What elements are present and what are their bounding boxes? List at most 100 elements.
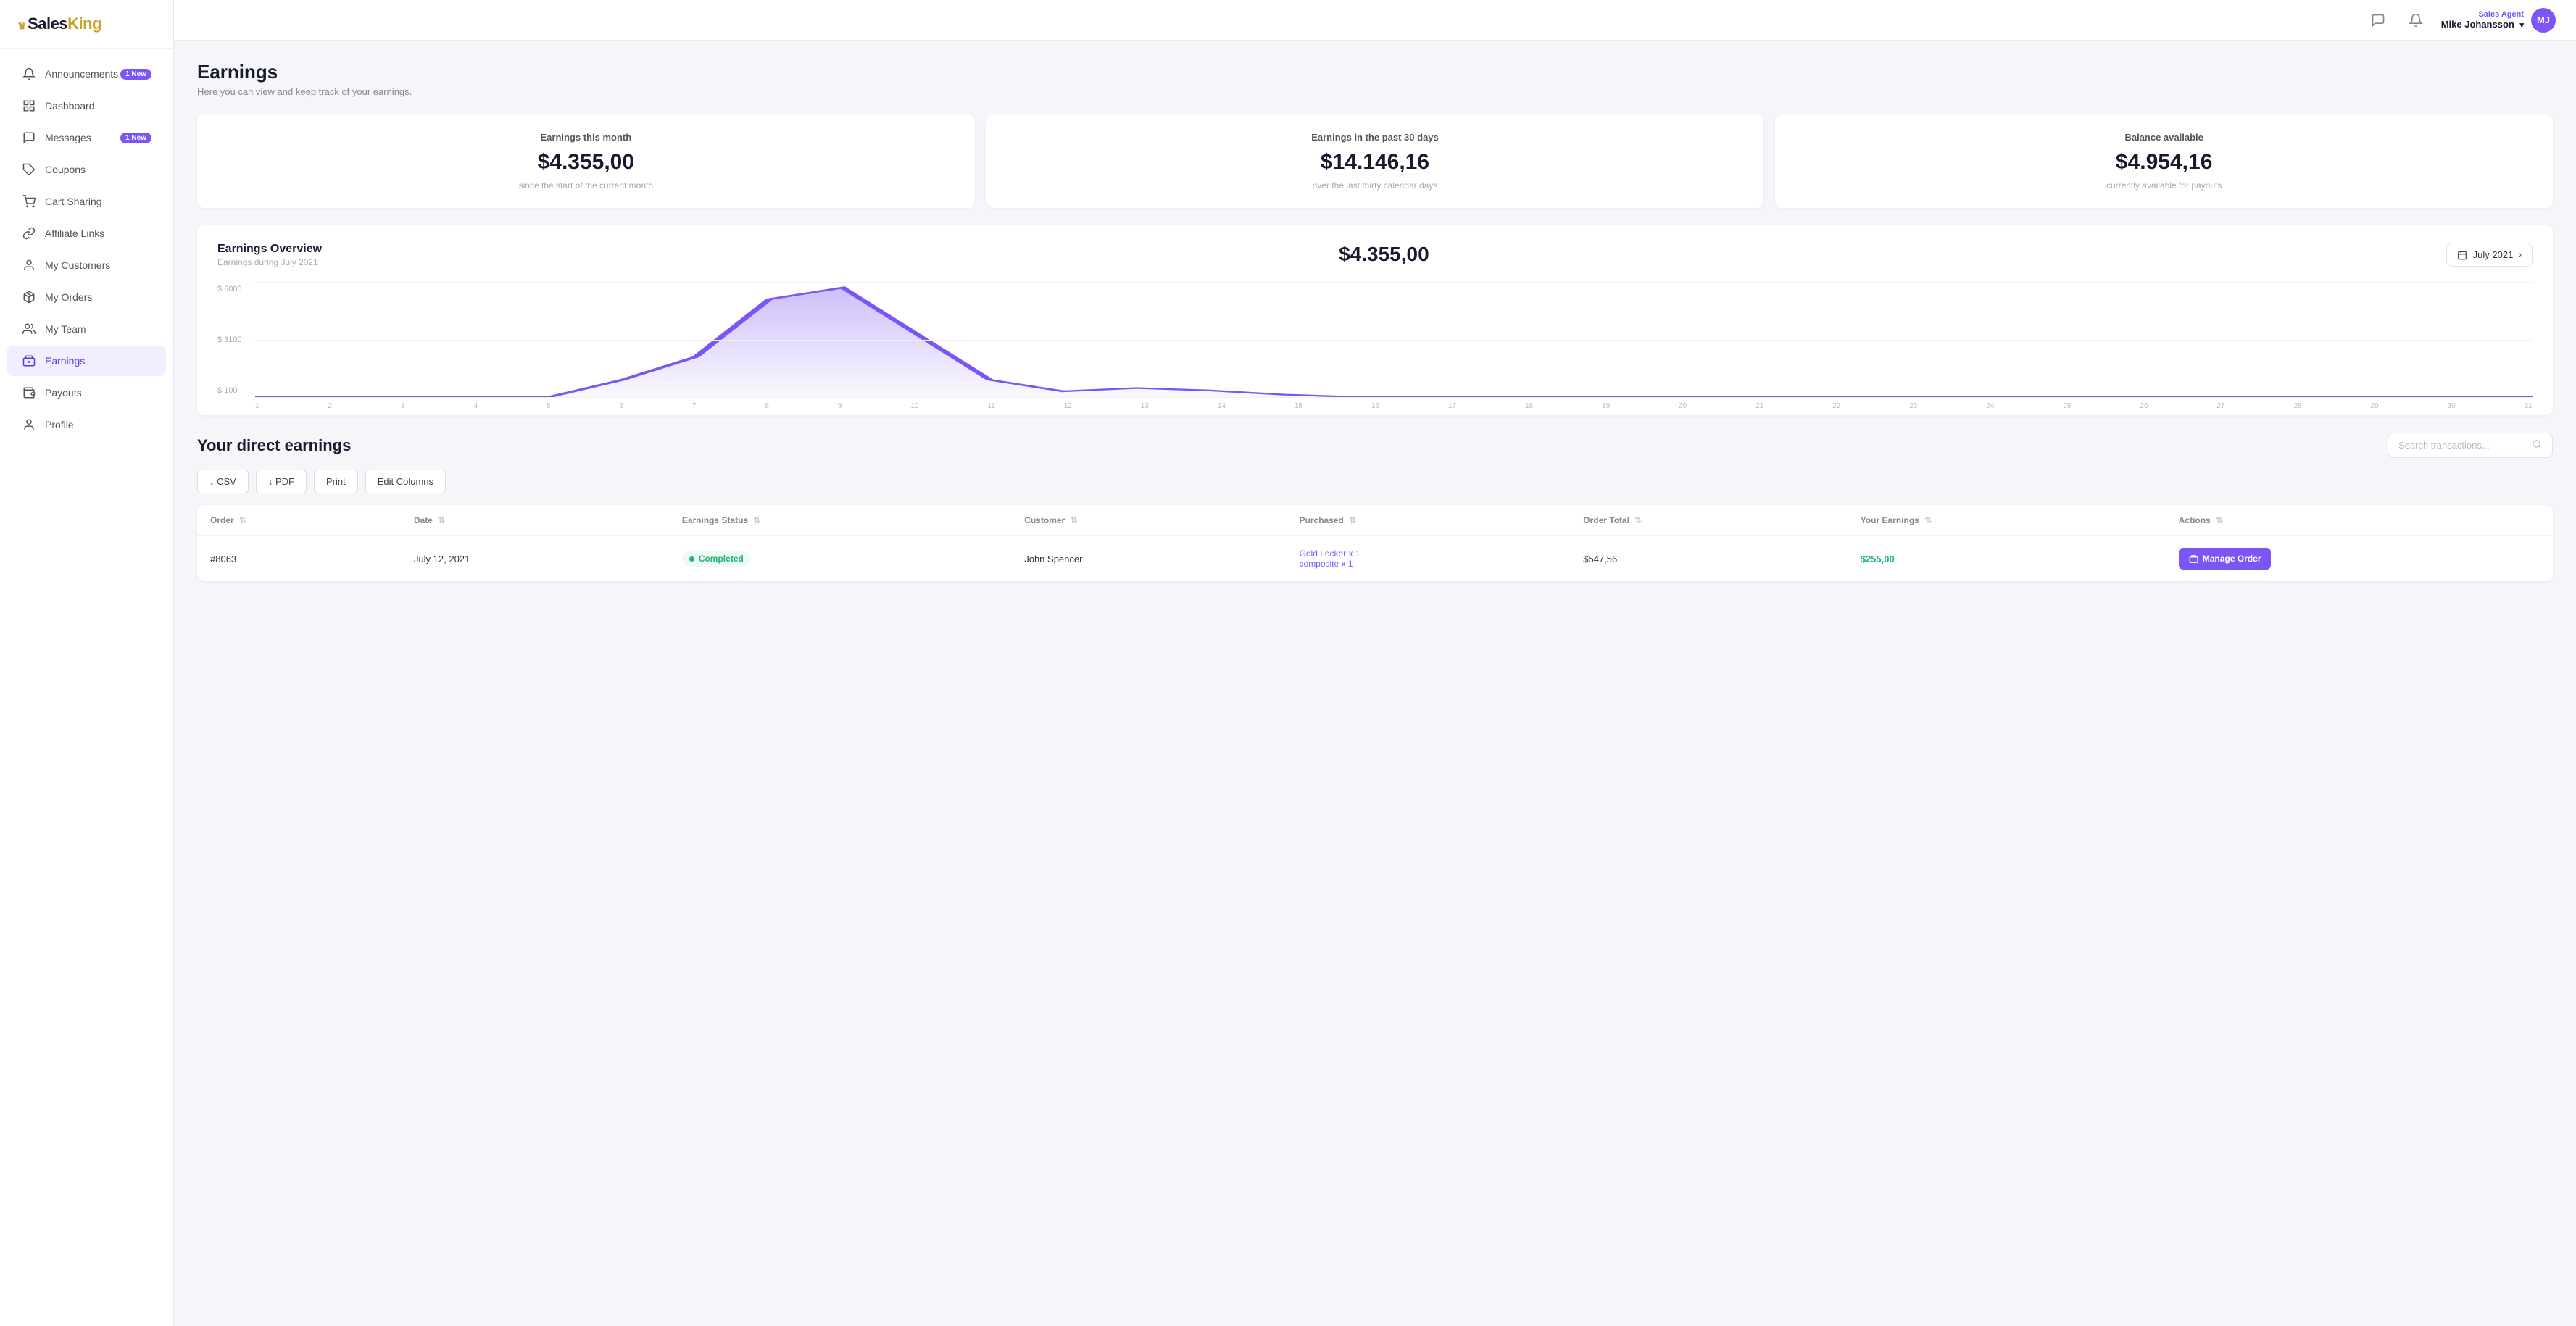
- col-order-total: Order Total ⇅: [1570, 505, 1847, 536]
- section-title: Your direct earnings: [197, 436, 351, 455]
- table-header: Order ⇅ Date ⇅ Earnings Status ⇅ Custo: [197, 505, 2553, 536]
- sidebar-item-my-orders[interactable]: My Orders: [7, 282, 166, 312]
- col-your-earnings: Your Earnings ⇅: [1848, 505, 2166, 536]
- cell-order-total: $547,56: [1570, 536, 1847, 582]
- sidebar-item-affiliate-links[interactable]: Affiliate Links: [7, 218, 166, 249]
- sidebar-item-my-customers[interactable]: My Customers: [7, 250, 166, 280]
- notification-button[interactable]: [2403, 8, 2428, 33]
- sidebar-item-label: Announcements: [45, 68, 118, 80]
- sidebar-item-label: My Team: [45, 323, 86, 335]
- sort-icon[interactable]: ⇅: [2216, 515, 2223, 525]
- sidebar-item-announcements[interactable]: Announcements 1 New: [7, 59, 166, 89]
- y-label-mid: $ 3100: [217, 335, 242, 344]
- search-icon: [2532, 439, 2542, 451]
- sidebar-item-label: Cart Sharing: [45, 196, 102, 207]
- sidebar-item-profile[interactable]: Profile: [7, 409, 166, 440]
- stat-desc: since the start of the current month: [217, 180, 955, 191]
- page-subtitle: Here you can view and keep track of your…: [197, 86, 2553, 97]
- tag-icon: [22, 162, 36, 177]
- product-link-2[interactable]: composite x 1: [1300, 559, 1558, 569]
- cart-icon: [22, 194, 36, 209]
- bell-icon: [22, 67, 36, 81]
- overview-period: Earnings during July 2021: [217, 257, 322, 267]
- direct-earnings-header: Your direct earnings: [197, 433, 2553, 458]
- earnings-chart: $ 6000 $ 3100 $ 100: [217, 282, 2533, 398]
- user-name: Mike Johansson ▾: [2441, 19, 2524, 30]
- cell-order: #8063: [197, 536, 401, 582]
- transactions-table: Order ⇅ Date ⇅ Earnings Status ⇅ Custo: [197, 505, 2553, 581]
- cell-purchased: Gold Locker x 1 composite x 1: [1287, 536, 1571, 582]
- date-picker-button[interactable]: July 2021 ›: [2446, 243, 2533, 267]
- sidebar-item-label: My Orders: [45, 291, 92, 303]
- chat-icon: [22, 130, 36, 145]
- pdf-button[interactable]: ↓ PDF: [256, 470, 307, 493]
- product-link[interactable]: Gold Locker x 1: [1300, 549, 1558, 559]
- search-box[interactable]: [2388, 433, 2553, 458]
- stat-label: Earnings this month: [217, 132, 955, 143]
- sort-icon[interactable]: ⇅: [1634, 515, 1642, 525]
- sidebar-item-coupons[interactable]: Coupons: [7, 154, 166, 185]
- sidebar-item-label: Profile: [45, 419, 74, 430]
- stat-card-30days: Earnings in the past 30 days $14.146,16 …: [986, 114, 1764, 208]
- cell-status: Completed: [669, 536, 1011, 582]
- edit-columns-button[interactable]: Edit Columns: [365, 470, 446, 493]
- status-badge: Completed: [682, 551, 751, 567]
- col-status: Earnings Status ⇅: [669, 505, 1011, 536]
- chat-button[interactable]: [2366, 8, 2390, 33]
- stat-card-monthly: Earnings this month $4.355,00 since the …: [197, 114, 975, 208]
- sidebar-item-label: My Customers: [45, 259, 110, 271]
- messages-badge: 1 New: [120, 133, 151, 143]
- sort-icon[interactable]: ⇅: [754, 515, 761, 525]
- table-actions-row: ↓ CSV ↓ PDF Print Edit Columns: [197, 470, 2553, 493]
- table-row: #8063 July 12, 2021 Completed John Spenc…: [197, 536, 2553, 582]
- chevron-right-icon: ›: [2519, 251, 2522, 259]
- user-role: Sales Agent: [2441, 10, 2524, 19]
- col-customer: Customer ⇅: [1011, 505, 1286, 536]
- manage-order-button[interactable]: Manage Order: [2179, 548, 2272, 570]
- link-icon: [22, 226, 36, 241]
- sort-icon[interactable]: ⇅: [438, 515, 445, 525]
- sort-icon[interactable]: ⇅: [1924, 515, 1932, 525]
- logo-king: King: [67, 14, 101, 33]
- earnings-overview-card: Earnings Overview Earnings during July 2…: [197, 225, 2553, 415]
- stat-value: $4.954,16: [1795, 150, 2533, 175]
- cell-customer: John Spencer: [1011, 536, 1286, 582]
- stats-grid: Earnings this month $4.355,00 since the …: [197, 114, 2553, 208]
- col-date: Date ⇅: [401, 505, 669, 536]
- overview-header: Earnings Overview Earnings during July 2…: [217, 243, 2533, 267]
- print-button[interactable]: Print: [314, 470, 358, 493]
- announcements-badge: 1 New: [120, 69, 151, 80]
- sidebar-item-messages[interactable]: Messages 1 New: [7, 122, 166, 153]
- sidebar-item-cart-sharing[interactable]: Cart Sharing: [7, 186, 166, 217]
- main-area: Sales Agent Mike Johansson ▾ MJ Earnings…: [174, 0, 2576, 1326]
- cell-date: July 12, 2021: [401, 536, 669, 582]
- stat-label: Earnings in the past 30 days: [1007, 132, 1744, 143]
- sort-icon[interactable]: ⇅: [1349, 515, 1356, 525]
- overview-amount: $4.355,00: [1339, 243, 1429, 266]
- stat-value: $14.146,16: [1007, 150, 1744, 175]
- col-order: Order ⇅: [197, 505, 401, 536]
- cell-actions: Manage Order: [2166, 536, 2553, 582]
- user-menu[interactable]: Sales Agent Mike Johansson ▾ MJ: [2441, 8, 2556, 33]
- grid-icon: [22, 99, 36, 113]
- sidebar-item-payouts[interactable]: Payouts: [7, 378, 166, 408]
- sidebar-item-dashboard[interactable]: Dashboard: [7, 91, 166, 121]
- grid-line-bottom: [255, 397, 2533, 398]
- sidebar-nav: Announcements 1 New Dashboard Messages 1…: [0, 49, 173, 450]
- stat-desc: over the last thirty calendar days: [1007, 180, 1744, 191]
- sidebar: ♛SalesKing Announcements 1 New Dashboard…: [0, 0, 174, 1326]
- user-icon: [22, 258, 36, 272]
- search-input[interactable]: [2398, 440, 2526, 451]
- cell-your-earnings: $255,00: [1848, 536, 2166, 582]
- stat-card-balance: Balance available $4.954,16 currently av…: [1775, 114, 2553, 208]
- y-label-low: $ 100: [217, 386, 242, 395]
- sidebar-item-label: Earnings: [45, 355, 85, 367]
- sidebar-item-my-team[interactable]: My Team: [7, 314, 166, 344]
- overview-title-area: Earnings Overview Earnings during July 2…: [217, 243, 322, 267]
- crown-icon: ♛: [17, 20, 26, 31]
- page-title: Earnings: [197, 61, 2553, 83]
- csv-button[interactable]: ↓ CSV: [197, 470, 249, 493]
- sort-icon[interactable]: ⇅: [1071, 515, 1078, 525]
- sort-icon[interactable]: ⇅: [239, 515, 246, 525]
- sidebar-item-earnings[interactable]: Earnings: [7, 346, 166, 376]
